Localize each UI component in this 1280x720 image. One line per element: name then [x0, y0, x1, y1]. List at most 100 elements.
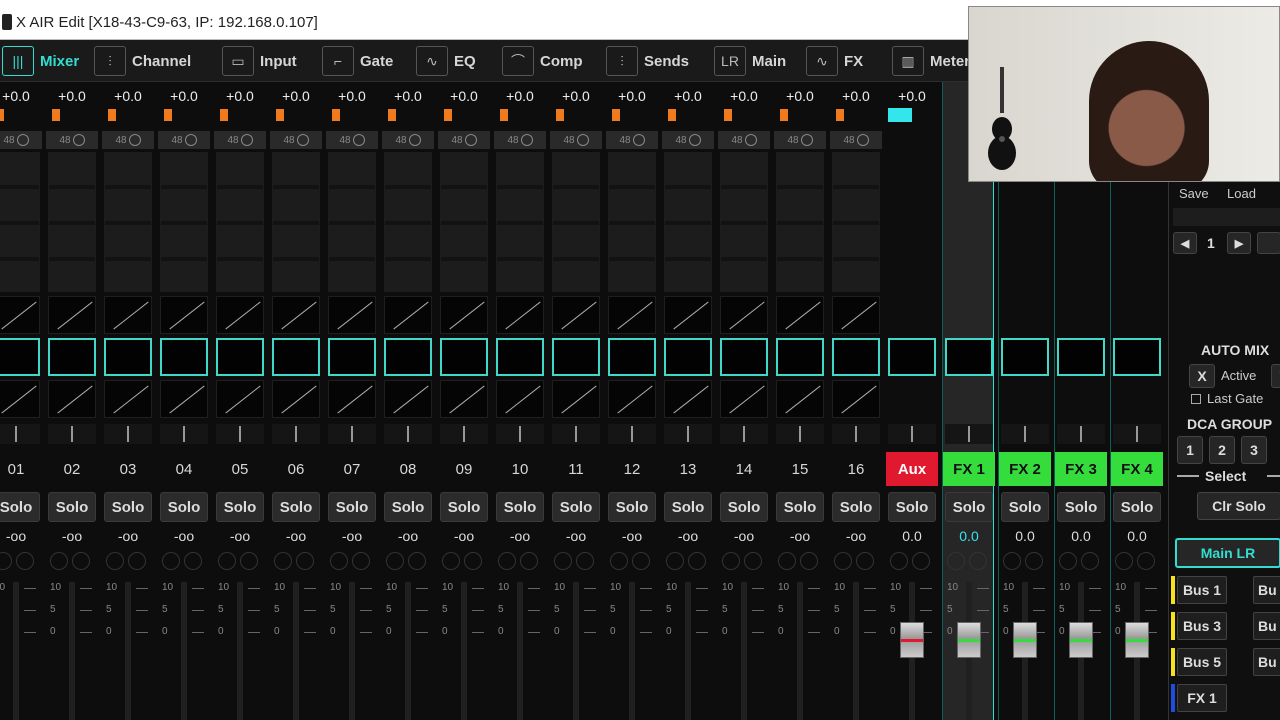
mute-icon[interactable]: [106, 552, 124, 570]
eq-graph[interactable]: [1057, 338, 1105, 376]
bus-button-right[interactable]: Bu: [1253, 612, 1280, 640]
select-icon[interactable]: [912, 552, 930, 570]
mute-icon[interactable]: [0, 552, 12, 570]
solo-button[interactable]: Solo: [720, 492, 768, 522]
pan-slider[interactable]: [104, 424, 152, 444]
select-icon[interactable]: [352, 552, 370, 570]
eq-graph[interactable]: [1113, 338, 1161, 376]
eq-graph[interactable]: [496, 338, 544, 376]
fader-knob[interactable]: [900, 622, 924, 658]
clear-solo-button[interactable]: Clr Solo: [1197, 492, 1280, 520]
solo-button[interactable]: Solo: [0, 492, 40, 522]
pan-slider[interactable]: [1057, 424, 1105, 444]
dca-button-1[interactable]: 1: [1177, 436, 1203, 464]
eq-graph[interactable]: [328, 338, 376, 376]
comp-graph[interactable]: [720, 380, 768, 418]
gain-value[interactable]: +0.0: [886, 88, 938, 104]
solo-button[interactable]: Solo: [216, 492, 264, 522]
phase-invert-icon[interactable]: [240, 134, 253, 146]
pan-slider[interactable]: [496, 424, 544, 444]
eq-graph[interactable]: [216, 338, 264, 376]
phase-invert-icon[interactable]: [688, 134, 701, 146]
next-scene-icon[interactable]: ▶: [1227, 232, 1251, 254]
comp-graph[interactable]: [608, 380, 656, 418]
tab-comp[interactable]: ⌒ Comp: [502, 44, 583, 78]
eq-graph[interactable]: [945, 338, 993, 376]
eq-graph[interactable]: [608, 338, 656, 376]
channel-name[interactable]: 16: [830, 452, 882, 486]
channel-name[interactable]: 11: [550, 452, 602, 486]
comp-graph[interactable]: [160, 380, 208, 418]
mute-icon[interactable]: [947, 552, 965, 570]
scene-option-icon[interactable]: [1257, 232, 1280, 254]
channel-name[interactable]: 05: [214, 452, 266, 486]
select-icon[interactable]: [800, 552, 818, 570]
channel-name[interactable]: 07: [326, 452, 378, 486]
gate-graph[interactable]: [720, 296, 768, 334]
gain-value[interactable]: +0.0: [662, 88, 714, 104]
solo-button[interactable]: Solo: [888, 492, 936, 522]
pan-slider[interactable]: [552, 424, 600, 444]
select-icon[interactable]: [16, 552, 34, 570]
mute-icon[interactable]: [162, 552, 180, 570]
gate-graph[interactable]: [216, 296, 264, 334]
bus-button[interactable]: FX 1: [1177, 684, 1227, 712]
solo-button[interactable]: Solo: [552, 492, 600, 522]
gate-graph[interactable]: [48, 296, 96, 334]
phantom-label[interactable]: 48: [619, 135, 630, 146]
eq-graph[interactable]: [440, 338, 488, 376]
pan-slider[interactable]: [945, 424, 993, 444]
prev-scene-icon[interactable]: ◀: [1173, 232, 1197, 254]
mute-icon[interactable]: [1003, 552, 1021, 570]
solo-button[interactable]: Solo: [1001, 492, 1049, 522]
solo-button[interactable]: Solo: [160, 492, 208, 522]
comp-graph[interactable]: [552, 380, 600, 418]
gate-graph[interactable]: [0, 296, 40, 334]
comp-graph[interactable]: [48, 380, 96, 418]
mute-icon[interactable]: [834, 552, 852, 570]
select-icon[interactable]: [744, 552, 762, 570]
tab-mixer[interactable]: ||| Mixer: [2, 44, 79, 78]
select-icon[interactable]: [969, 552, 987, 570]
gain-value[interactable]: +0.0: [0, 88, 42, 104]
pan-slider[interactable]: [888, 424, 936, 444]
bus-button[interactable]: Bus 5: [1177, 648, 1227, 676]
pan-slider[interactable]: [384, 424, 432, 444]
channel-name[interactable]: 15: [774, 452, 826, 486]
gate-graph[interactable]: [776, 296, 824, 334]
select-icon[interactable]: [464, 552, 482, 570]
phantom-label[interactable]: 48: [283, 135, 294, 146]
channel-name[interactable]: Aux: [886, 452, 938, 486]
pan-slider[interactable]: [608, 424, 656, 444]
channel-name[interactable]: 01: [0, 452, 42, 486]
phase-invert-icon[interactable]: [352, 134, 365, 146]
phase-invert-icon[interactable]: [464, 134, 477, 146]
phantom-label[interactable]: 48: [115, 135, 126, 146]
eq-graph[interactable]: [888, 338, 936, 376]
phantom-label[interactable]: 48: [507, 135, 518, 146]
solo-button[interactable]: Solo: [104, 492, 152, 522]
phantom-label[interactable]: 48: [395, 135, 406, 146]
channel-name[interactable]: 12: [606, 452, 658, 486]
phantom-label[interactable]: 48: [731, 135, 742, 146]
phase-invert-icon[interactable]: [296, 134, 309, 146]
comp-graph[interactable]: [272, 380, 320, 418]
eq-graph[interactable]: [0, 338, 40, 376]
phase-invert-icon[interactable]: [72, 134, 85, 146]
channel-name[interactable]: 06: [270, 452, 322, 486]
solo-button[interactable]: Solo: [1113, 492, 1161, 522]
eq-graph[interactable]: [664, 338, 712, 376]
mute-icon[interactable]: [610, 552, 628, 570]
comp-graph[interactable]: [440, 380, 488, 418]
comp-graph[interactable]: [776, 380, 824, 418]
select-icon[interactable]: [632, 552, 650, 570]
tab-meter[interactable]: ▥ Meter: [892, 44, 970, 78]
comp-graph[interactable]: [384, 380, 432, 418]
phase-invert-icon[interactable]: [128, 134, 141, 146]
gate-graph[interactable]: [384, 296, 432, 334]
gate-graph[interactable]: [496, 296, 544, 334]
comp-graph[interactable]: [664, 380, 712, 418]
fader-knob[interactable]: [1013, 622, 1037, 658]
pan-slider[interactable]: [1113, 424, 1161, 444]
gate-graph[interactable]: [440, 296, 488, 334]
